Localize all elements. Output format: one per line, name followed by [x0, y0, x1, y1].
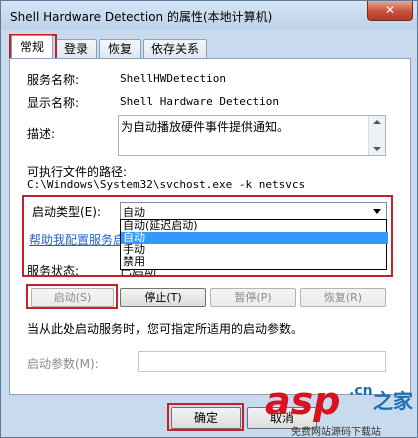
startup-highlight-box: [22, 195, 393, 277]
start-params-hint: 当从此处启动服务时，您可指定所适用的启动参数。: [27, 322, 304, 336]
scroll-down-icon[interactable]: [373, 147, 381, 151]
ok-highlight-box: [167, 403, 244, 431]
scroll-up-icon[interactable]: [373, 120, 381, 124]
watermark-tagline: 免费网站源码下载站: [291, 427, 381, 438]
tab-logon[interactable]: 登录: [55, 39, 97, 58]
resume-button[interactable]: 恢复(R): [300, 288, 386, 307]
window-title: Shell Hardware Detection 的属性(本地计算机): [10, 10, 273, 24]
resume-button-label: 恢复(R): [323, 291, 363, 304]
watermark-tld: .cn: [349, 383, 373, 399]
general-panel: 服务名称: ShellHWDetection 显示名称: Shell Hardw…: [9, 58, 411, 395]
close-icon: ✕: [384, 3, 396, 17]
tab-general-label: 常规: [19, 40, 44, 54]
exe-path-value: C:\Windows\System32\svchost.exe -k netsv…: [27, 178, 306, 191]
watermark-suffix: 之家: [373, 389, 413, 413]
description-box[interactable]: 为自动播放硬件事件提供通知。: [118, 115, 386, 156]
tab-recovery[interactable]: 恢复: [99, 39, 141, 58]
watermark-brand: asp: [265, 379, 341, 423]
properties-window: Shell Hardware Detection 的属性(本地计算机) ✕ 常规…: [0, 0, 418, 438]
pause-button[interactable]: 暂停(P): [210, 288, 296, 307]
start-params-input[interactable]: [138, 351, 386, 372]
stop-button[interactable]: 停止(T): [120, 288, 206, 307]
tab-dependencies[interactable]: 依存关系: [143, 39, 207, 58]
stop-button-label: 停止(T): [144, 291, 182, 304]
tab-recovery-label: 恢复: [107, 42, 132, 56]
tab-general[interactable]: 常规: [11, 35, 53, 58]
tab-dependencies-label: 依存关系: [150, 42, 199, 56]
pause-button-label: 暂停(P): [234, 291, 272, 304]
service-name-label: 服务名称:: [27, 73, 80, 87]
description-text: 为自动播放硬件事件提供通知。: [121, 120, 290, 134]
start-highlight-box: [26, 284, 118, 309]
display-name-label: 显示名称:: [27, 96, 80, 110]
display-name-value: Shell Hardware Detection: [120, 95, 279, 108]
title-bar[interactable]: Shell Hardware Detection 的属性(本地计算机) ✕: [1, 1, 417, 29]
start-params-label: 启动参数(M):: [27, 357, 99, 371]
close-button[interactable]: ✕: [367, 1, 413, 21]
service-name-value: ShellHWDetection: [120, 72, 226, 85]
description-label: 描述:: [27, 127, 56, 141]
description-scrollbar[interactable]: [368, 116, 385, 155]
site-watermark: asp .cn 之家 免费网站源码下载站: [261, 379, 417, 438]
tab-logon-label: 登录: [63, 42, 88, 56]
